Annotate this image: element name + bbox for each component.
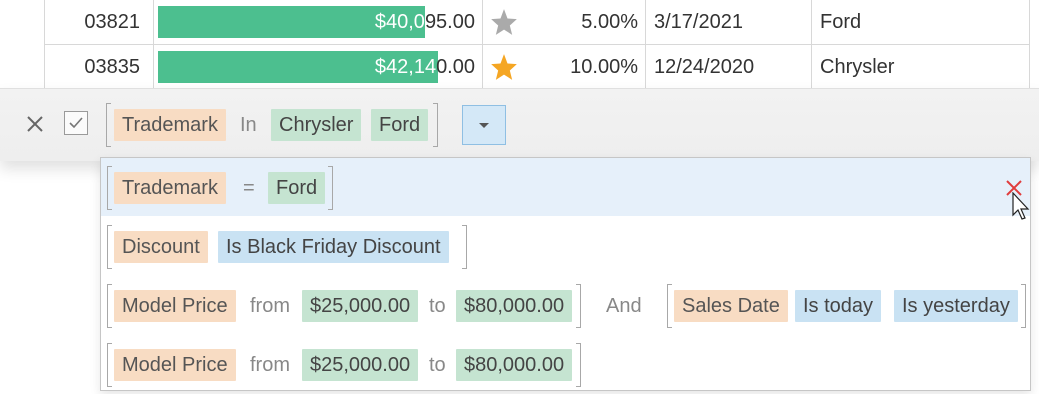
price-text-rest: 0.00 [436,56,475,78]
price-text-rest: 95.00 [424,11,475,33]
check-icon [69,117,83,129]
value-token: Ford [268,172,326,204]
model-price-cell: $40,095.00 [154,0,481,44]
price-text: $40,095.00 [375,0,475,44]
grid-line [44,0,45,89]
filter-history-item[interactable]: Model Price from $25,000.00 to $80,000.0… [101,335,1030,393]
value-token-2a: Is today [795,290,882,322]
bracket-left [106,103,111,147]
close-icon[interactable] [24,113,46,135]
bracket-left [107,284,112,328]
remove-icon[interactable] [1005,179,1023,197]
from-value-token: $25,000.00 [302,290,419,322]
id-cell: 03821 [84,11,140,33]
field-token: Model Price [114,290,236,322]
star-icon [491,9,517,35]
trademark-cell: Chrysler [820,56,895,78]
field-token-2: Sales Date [674,290,788,322]
bracket-left [107,343,112,387]
filter-value-chrysler[interactable]: Chrysler [271,109,362,141]
price-text-in-bar: $40,0 [374,11,425,33]
to-value-token: $80,000.00 [456,349,573,381]
joiner-text: And [606,295,642,317]
rating-cell [482,45,542,89]
filter-value-ford[interactable]: Ford [371,109,429,141]
bracket-left [667,284,672,328]
grid-line [811,0,812,89]
grid-line [645,0,646,89]
bracket-right [1021,284,1026,328]
field-token: Discount [114,231,208,263]
field-token: Trademark [114,172,226,204]
from-label: from [250,295,290,317]
bracket-left [107,166,112,210]
bracket-right [462,225,467,269]
model-price-cell: $42,140.00 [154,45,481,89]
star-icon [491,54,517,80]
grid-line [482,0,483,89]
bracket-left [107,225,112,269]
bracket-right [433,103,438,147]
price-text: $42,140.00 [375,45,475,89]
discount-cell: 10.00% [570,56,638,78]
field-token: Model Price [114,349,236,381]
operator-text: = [243,177,255,199]
filter-operator[interactable]: In [236,109,261,141]
filter-history-item[interactable]: Model Price from $25,000.00 to $80,000.0… [101,276,1030,334]
filter-panel: Trademark In Chrysler Ford [0,88,1039,161]
bracket-right [576,343,581,387]
grid-row[interactable]: 03835 $42,140.00 10.00% 12/24/2020 Chrys… [44,45,1030,90]
filter-history-item[interactable]: Trademark = Ford [101,158,1030,216]
value-token: Is Black Friday Discount [218,231,449,263]
grid-line [153,0,154,89]
enable-filter-checkbox[interactable] [64,111,88,135]
filter-dropdown-button[interactable] [462,105,506,145]
to-label: to [429,354,446,376]
from-value-token: $25,000.00 [302,349,419,381]
rating-cell [482,0,542,44]
value-token-2b: Is yesterday [894,290,1018,322]
discount-cell: 5.00% [581,11,638,33]
grid-row[interactable]: 03821 $40,095.00 5.00% 3/17/2021 Ford [44,0,1030,45]
filter-history-popup: Trademark = Ford Discount Is Black Frida… [100,157,1031,391]
trademark-cell: Ford [820,11,862,33]
grid-line [1029,0,1030,89]
date-cell: 3/17/2021 [654,11,743,33]
id-cell: 03835 [84,56,140,78]
chevron-down-icon [479,123,489,128]
filter-history-item[interactable]: Discount Is Black Friday Discount [101,217,1030,275]
date-cell: 12/24/2020 [654,56,755,78]
bracket-right [576,284,581,328]
to-value-token: $80,000.00 [456,290,573,322]
from-label: from [250,354,290,376]
to-label: to [429,295,446,317]
filter-field-token[interactable]: Trademark [114,109,226,141]
bracket-right [328,166,333,210]
price-text-in-bar: $42,14 [374,56,437,78]
